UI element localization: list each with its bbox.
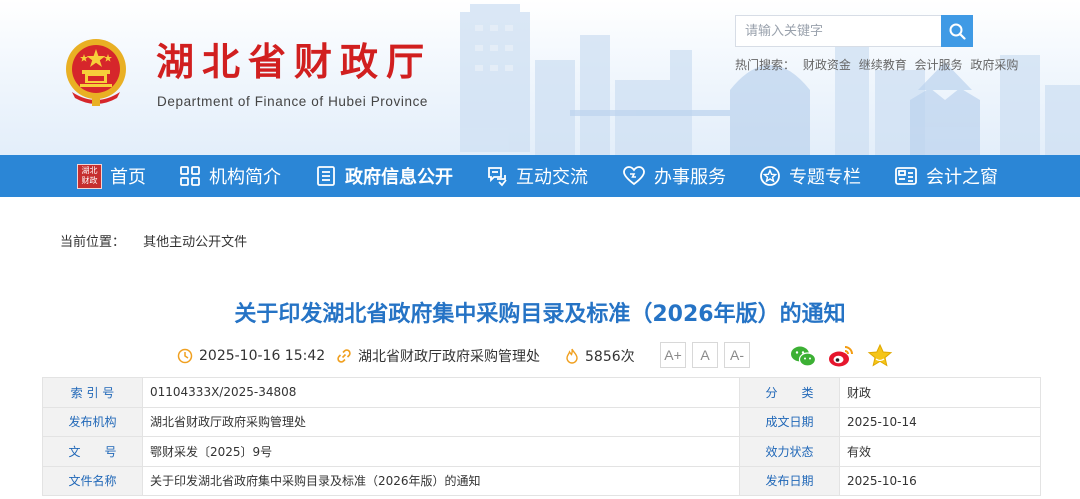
hot-link-fiscal-funds[interactable]: 财政资金: [803, 58, 851, 72]
issuing-agency-label: 发布机构: [42, 406, 143, 437]
link-icon: [337, 349, 351, 363]
site-subtitle: Department of Finance of Hubei Province: [157, 94, 429, 109]
home-seal-line-1: 湖北: [81, 166, 98, 175]
home-seal-line-2: 财政: [81, 176, 98, 185]
table-row: 文件名称 关于印发湖北省政府集中采购目录及标准（2026年版）的通知 发布日期 …: [42, 465, 1041, 496]
hot-link-government-procurement[interactable]: 政府采购: [970, 58, 1018, 72]
article-title: 关于印发湖北省政府集中采购目录及标准（2026年版）的通知: [234, 302, 846, 327]
clock-icon: [177, 348, 193, 364]
nav-accounting-window-label: 会计之窗: [926, 167, 998, 188]
written-date-label: 成文日期: [739, 406, 840, 437]
nav-government-info-label: 政府信息公开: [345, 167, 453, 188]
publish-date-label: 发布日期: [739, 465, 840, 496]
interaction-icon: [488, 167, 507, 187]
star-circle-icon: [760, 166, 780, 186]
breadcrumb-label: 当前位置：: [60, 235, 126, 250]
nav-special-topics-label: 专题专栏: [789, 167, 861, 188]
document-list-icon: [317, 166, 335, 186]
document-number-value: 鄂财采发〔2025〕9号: [142, 436, 740, 467]
table-row: 发布机构 湖北省财政厅政府采购管理处 成文日期 2025-10-14: [42, 406, 1041, 437]
nav-home-label: 首页: [110, 167, 146, 188]
category-value: 财政: [839, 377, 1041, 408]
hot-search-label: 热门搜索：: [735, 58, 796, 72]
grid-icon: [180, 166, 200, 186]
breadcrumb-item[interactable]: 其他主动公开文件: [143, 235, 247, 250]
heart-icon: [623, 166, 645, 186]
font-size-increase-label: A+: [664, 347, 682, 363]
document-number-label: 文 号: [42, 436, 143, 467]
publish-date-text: 2025-10-16 15:42: [199, 348, 326, 364]
nav-about-label: 机构简介: [209, 167, 281, 188]
weibo-share-icon[interactable]: [827, 342, 855, 370]
publish-date-value: 2025-10-16: [839, 465, 1041, 496]
view-count-text: 5856次: [585, 349, 635, 365]
index-number-label: 索 引 号: [42, 377, 143, 408]
file-name-label: 文件名称: [42, 465, 143, 496]
article-source: 湖北省财政厅政府采购管理处: [336, 340, 540, 372]
font-size-default-label: A: [700, 347, 710, 363]
main-nav: 湖北 财政 首页 机构简介 政府信息公开 互动交流 办事服务 专题专栏 会计之窗: [0, 155, 1080, 197]
article-source-text: 湖北省财政厅政府采购管理处: [358, 349, 540, 365]
table-row: 文 号 鄂财采发〔2025〕9号 效力状态 有效: [42, 436, 1041, 467]
index-number-value: 01104333X/2025-34808: [142, 377, 740, 408]
hot-link-continuing-education[interactable]: 继续教育: [859, 58, 907, 72]
nav-interaction[interactable]: 互动交流: [486, 155, 588, 197]
home-seal-icon: 湖北 财政: [77, 163, 102, 189]
hot-search-bar: 热门搜索： 财政资金 继续教育 会计服务 政府采购: [735, 56, 1022, 73]
view-count: 5856次: [565, 340, 635, 372]
nav-interaction-label: 互动交流: [516, 167, 588, 188]
table-row: 索 引 号 01104333X/2025-34808 分 类 财政: [42, 377, 1041, 408]
article-meta: 2025-10-16 15:42 湖北省财政厅政府采购管理处 5856次: [0, 340, 1080, 372]
fire-icon: [566, 348, 578, 364]
national-emblem-icon: [66, 39, 126, 106]
file-name-value: 关于印发湖北省政府集中采购目录及标准（2026年版）的通知: [142, 465, 740, 496]
search-icon: [949, 23, 966, 40]
breadcrumb: 当前位置： 其他主动公开文件: [60, 231, 247, 250]
nav-services[interactable]: 办事服务: [622, 155, 726, 197]
search-button[interactable]: [941, 15, 973, 47]
header-banner: 湖北省财政厅 Department of Finance of Hubei Pr…: [0, 0, 1080, 155]
nav-accounting-window[interactable]: 会计之窗: [894, 155, 998, 197]
nav-government-info[interactable]: 政府信息公开: [315, 155, 453, 197]
nav-home[interactable]: 湖北 财政 首页: [77, 155, 146, 197]
publish-date: 2025-10-16 15:42: [177, 340, 325, 372]
calculator-icon: [895, 167, 917, 185]
nav-services-label: 办事服务: [654, 167, 726, 188]
site-title: 湖北省财政厅: [156, 39, 433, 84]
font-size-decrease-button[interactable]: A-: [724, 342, 750, 368]
issuing-agency-value: 湖北省财政厅政府采购管理处: [142, 406, 740, 437]
written-date-value: 2025-10-14: [839, 406, 1041, 437]
wechat-share-icon[interactable]: [789, 342, 817, 370]
document-info-table: 索 引 号 01104333X/2025-34808 分 类 财政 发布机构 湖…: [42, 377, 1041, 496]
favorite-star-icon[interactable]: [866, 342, 894, 370]
nav-special-topics[interactable]: 专题专栏: [759, 155, 861, 197]
category-label: 分 类: [739, 377, 840, 408]
font-size-increase-button[interactable]: A+: [660, 342, 686, 368]
hot-link-accounting-service[interactable]: 会计服务: [915, 58, 963, 72]
search-input[interactable]: [735, 15, 941, 47]
font-size-decrease-label: A-: [730, 347, 744, 363]
validity-status-label: 效力状态: [739, 436, 840, 467]
nav-about[interactable]: 机构简介: [179, 155, 281, 197]
validity-status-value: 有效: [839, 436, 1041, 467]
font-size-default-button[interactable]: A: [692, 342, 718, 368]
